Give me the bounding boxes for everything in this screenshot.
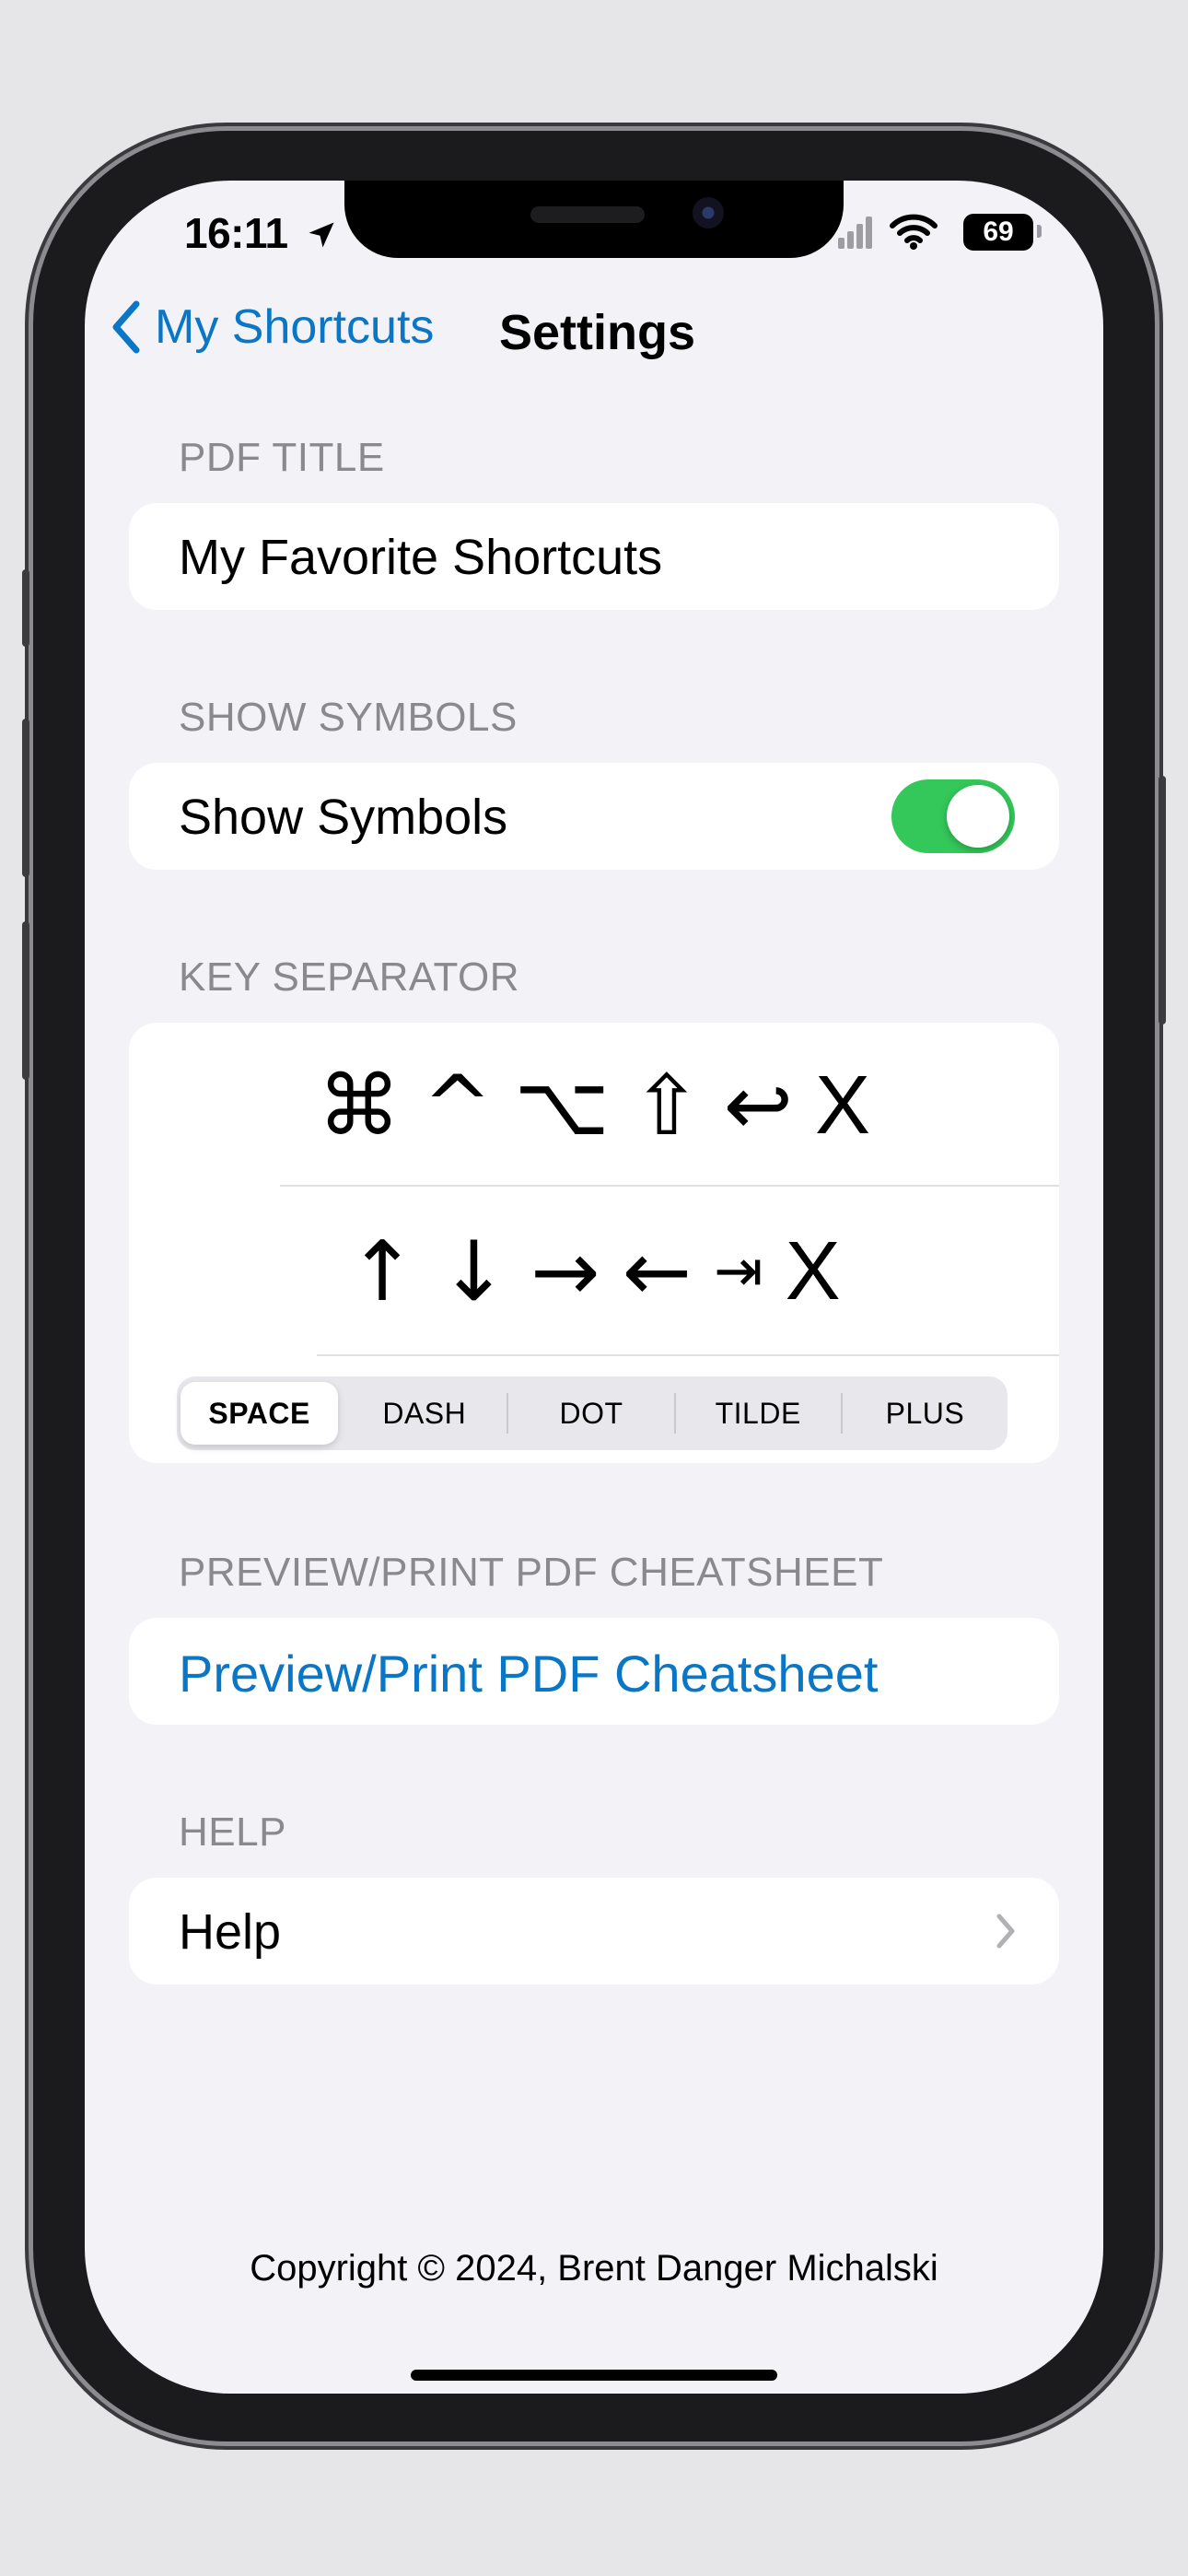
battery-level: 69 xyxy=(983,217,1014,247)
segment-dot[interactable]: DOT xyxy=(512,1382,670,1445)
status-time-label: 16:11 xyxy=(184,209,288,257)
preview-card: Preview/Print PDF Cheatsheet xyxy=(129,1618,1059,1725)
segment-divider xyxy=(673,1393,676,1434)
notch xyxy=(344,181,844,258)
right-arrow-symbol: → xyxy=(530,1223,600,1320)
wifi-icon xyxy=(890,214,938,250)
key-separator-card: ⌘ ^ ⌥ ⇧ ↩ X ↑ ↓ → ← ⇥ X SPACE DASH DOT T… xyxy=(129,1023,1059,1463)
shift-symbol: ⇧ xyxy=(632,1057,702,1154)
show-symbols-header: SHOW SYMBOLS xyxy=(179,695,518,740)
arrow-symbols-row: ↑ ↓ → ← ⇥ X xyxy=(129,1216,1059,1327)
power-button xyxy=(1159,776,1166,1025)
toggle-knob xyxy=(947,785,1009,848)
command-symbol: ⌘ xyxy=(317,1057,401,1154)
pdf-title-header: PDF TITLE xyxy=(179,435,385,480)
modifier-symbols-row: ⌘ ^ ⌥ ⇧ ↩ X xyxy=(129,1050,1059,1161)
segment-divider xyxy=(507,1393,509,1434)
page-title: Settings xyxy=(499,305,696,360)
segment-dash[interactable]: DASH xyxy=(345,1382,503,1445)
down-arrow-symbol: ↓ xyxy=(438,1223,509,1320)
preview-print-link[interactable]: Preview/Print PDF Cheatsheet xyxy=(179,1644,878,1704)
row-divider xyxy=(317,1354,1059,1356)
status-time: 16:11 xyxy=(184,208,338,258)
back-button-label: My Shortcuts xyxy=(155,300,435,354)
location-arrow-icon xyxy=(309,222,334,248)
show-symbols-card: Show Symbols xyxy=(129,763,1059,870)
volume-up-button xyxy=(22,719,29,877)
key-x-symbol: X xyxy=(785,1224,841,1317)
row-divider xyxy=(280,1185,1059,1187)
home-indicator[interactable] xyxy=(411,2370,777,2381)
separator-segmented-control: SPACE DASH DOT TILDE PLUS xyxy=(177,1376,1007,1450)
segment-plus[interactable]: PLUS xyxy=(846,1382,1004,1445)
help-row[interactable]: Help xyxy=(129,1878,1059,1985)
volume-down-button xyxy=(22,921,29,1080)
navigation-bar: My Shortcuts Settings xyxy=(85,289,1103,372)
help-label: Help xyxy=(179,1904,282,1960)
app-screen: 16:11 69 My Shortcuts Settings PDF TITLE… xyxy=(85,181,1103,2394)
tab-symbol: ⇥ xyxy=(714,1237,763,1306)
return-symbol: ↩ xyxy=(723,1057,793,1154)
speaker-grille xyxy=(530,206,645,223)
show-symbols-label: Show Symbols xyxy=(179,790,508,845)
front-camera xyxy=(693,197,724,228)
key-x-symbol: X xyxy=(814,1059,870,1152)
control-symbol: ^ xyxy=(422,1057,493,1154)
up-arrow-symbol: ↑ xyxy=(347,1223,417,1320)
left-arrow-symbol: ← xyxy=(622,1223,693,1320)
show-symbols-toggle[interactable] xyxy=(891,779,1015,853)
copyright-footer: Copyright © 2024, Brent Danger Michalski xyxy=(250,2248,938,2289)
segment-divider xyxy=(840,1393,843,1434)
battery-icon: 69 xyxy=(963,214,1042,251)
option-symbol: ⌥ xyxy=(514,1057,611,1154)
pdf-title-card: My Favorite Shortcuts xyxy=(129,503,1059,610)
segment-tilde[interactable]: TILDE xyxy=(680,1382,837,1445)
key-separator-header: KEY SEPARATOR xyxy=(179,954,520,1000)
pdf-title-field[interactable]: My Favorite Shortcuts xyxy=(179,529,662,586)
back-button[interactable]: My Shortcuts xyxy=(111,299,434,356)
preview-header: PREVIEW/PRINT PDF CHEATSHEET xyxy=(179,1550,884,1595)
chevron-left-icon xyxy=(112,300,140,354)
cellular-signal-icon xyxy=(838,217,872,249)
segment-space[interactable]: SPACE xyxy=(181,1382,339,1445)
help-header: HELP xyxy=(179,1809,286,1855)
action-button xyxy=(22,569,29,647)
chevron-right-icon xyxy=(996,1914,1015,1949)
battery-tip xyxy=(1037,225,1042,238)
